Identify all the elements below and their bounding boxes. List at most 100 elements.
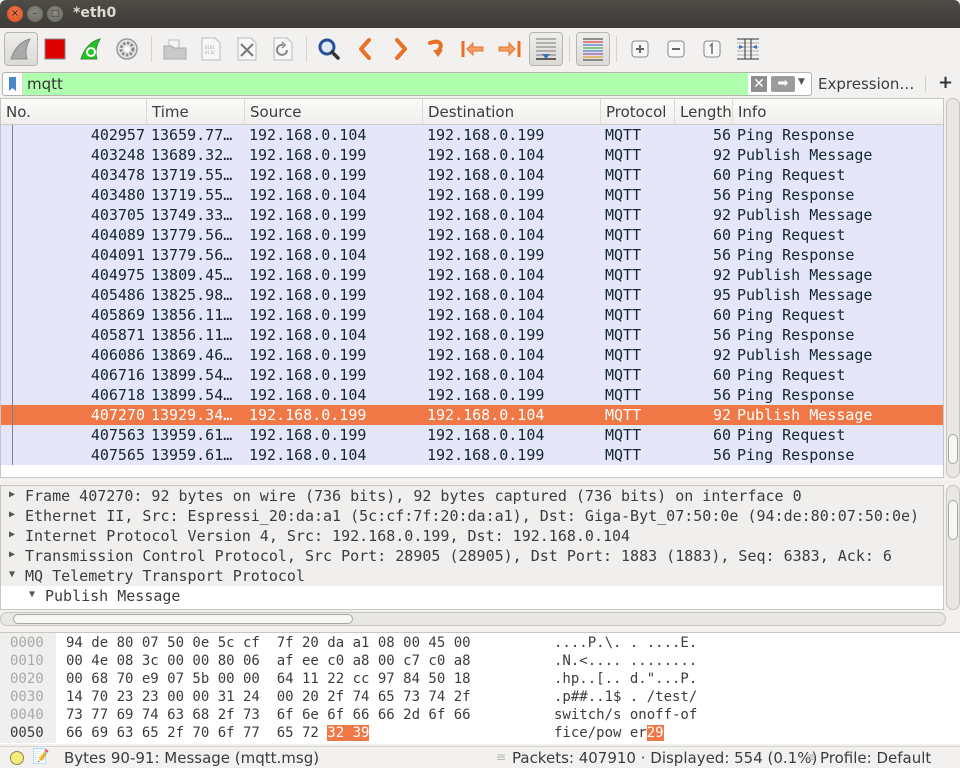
packet-bytes-pane[interactable]: 0000 94 de 80 07 50 0e 5c cf 7f 20 da a1 …	[0, 632, 960, 744]
hex-bytes[interactable]: 94 de 80 07 50 0e 5c cf 7f 20 da a1 08 0…	[66, 634, 471, 652]
details-tree-item[interactable]: ▶ Internet Protocol Version 4, Src: 192.1…	[1, 526, 943, 546]
filter-history-dropdown[interactable]: ▼	[798, 77, 805, 87]
expert-info-led-icon[interactable]	[10, 751, 24, 765]
packet-row[interactable]: 407563 13959.61… 192.168.0.199 192.168.0.10…	[1, 425, 943, 445]
autoscroll-button[interactable]	[529, 32, 563, 66]
collapsed-arrow-icon[interactable]: ▶	[9, 529, 15, 540]
packet-row[interactable]: 403705 13749.33… 192.168.0.199 192.168.0.10…	[1, 205, 943, 225]
column-header-time[interactable]: Time	[147, 99, 245, 125]
find-packet-button[interactable]	[312, 32, 346, 66]
cell-info: Ping Request	[737, 426, 846, 444]
collapsed-arrow-icon[interactable]: ▶	[9, 549, 15, 560]
scrollbar-thumb[interactable]	[13, 614, 353, 624]
scrollbar-thumb[interactable]	[948, 434, 958, 464]
column-header-destination[interactable]: Destination	[423, 99, 601, 125]
packet-row[interactable]: 405869 13856.11… 192.168.0.199 192.168.0.10…	[1, 305, 943, 325]
details-tree-item[interactable]: ▶ Transmission Control Protocol, Src Port…	[1, 546, 943, 566]
reload-file-button[interactable]	[266, 32, 300, 66]
details-tree-item[interactable]: ▶ Ethernet II, Src: Espressi_20:da:a1 (5c…	[1, 506, 943, 526]
cell-info: Publish Message	[737, 346, 873, 364]
packet-row[interactable]: 404975 13809.45… 192.168.0.199 192.168.0.10…	[1, 265, 943, 285]
window-close-button[interactable]: ×	[7, 6, 23, 22]
capture-comment-icon[interactable]: 📝	[32, 749, 49, 765]
cell-time: 13856.11…	[151, 326, 233, 344]
column-header-protocol[interactable]: Protocol	[601, 99, 675, 125]
column-header-source[interactable]: Source	[245, 99, 423, 125]
open-file-button[interactable]	[158, 32, 192, 66]
packet-row[interactable]: 406718 13899.54… 192.168.0.104 192.168.0.19…	[1, 385, 943, 405]
status-grip[interactable]: ≡	[806, 750, 816, 764]
cell-protocol: MQTT	[605, 406, 642, 424]
expanded-arrow-icon[interactable]: ▼	[9, 569, 15, 580]
cell-time: 13899.54…	[151, 366, 233, 384]
cell-destination: 192.168.0.104	[427, 266, 545, 284]
hex-bytes[interactable]: 00 4e 08 3c 00 00 80 06 af ee c0 a8 00 c…	[66, 652, 471, 670]
collapsed-arrow-icon[interactable]: ▶	[9, 489, 15, 500]
hex-bytes[interactable]: 14 70 23 23 00 00 31 24 00 20 2f 74 65 7…	[66, 688, 471, 706]
packet-row[interactable]: 407565 13959.61… 192.168.0.104 192.168.0.19…	[1, 445, 943, 465]
ascii-bytes[interactable]: .N.<.... ........	[554, 652, 697, 670]
packet-row[interactable]: 406086 13869.46… 192.168.0.199 192.168.0.10…	[1, 345, 943, 365]
close-file-button[interactable]	[230, 32, 264, 66]
packet-row[interactable]: 403480 13719.55… 192.168.0.104 192.168.0.19…	[1, 185, 943, 205]
packet-row[interactable]: 403478 13719.55… 192.168.0.199 192.168.0.10…	[1, 165, 943, 185]
packet-row[interactable]: 403248 13689.32… 192.168.0.199 192.168.0.10…	[1, 145, 943, 165]
expression-button[interactable]: Expression…	[818, 75, 914, 93]
details-vertical-scrollbar[interactable]	[946, 485, 960, 610]
details-tree-item[interactable]: ▶ Frame 407270: 92 bytes on wire (736 bit…	[1, 486, 943, 506]
filter-clear-button[interactable]: ✕	[751, 76, 767, 92]
window-maximize-button[interactable]: □	[47, 6, 63, 22]
hex-bytes[interactable]: 66 69 63 65 2f 70 6f 77 65 72 32 39	[66, 724, 370, 742]
normal-size-button[interactable]	[695, 32, 729, 66]
filter-bookmark-button[interactable]	[3, 73, 23, 95]
cell-time: 13869.46…	[151, 346, 233, 364]
window-minimize-button[interactable]: –	[27, 6, 43, 22]
hex-bytes[interactable]: 00 68 70 e9 07 5b 00 00 64 11 22 cc 97 8…	[66, 670, 471, 688]
collapsed-arrow-icon[interactable]: ▶	[9, 509, 15, 520]
packet-row[interactable]: 406716 13899.54… 192.168.0.199 192.168.0.10…	[1, 365, 943, 385]
status-grip[interactable]: ≡	[496, 750, 506, 764]
zoom-out-button[interactable]	[659, 32, 693, 66]
save-file-button[interactable]: 0101 0110	[194, 32, 228, 66]
status-profile[interactable]: Profile: Default	[820, 749, 931, 767]
expanded-arrow-icon[interactable]: ▼	[29, 589, 35, 600]
packet-row[interactable]: 404089 13779.56… 192.168.0.199 192.168.0.10…	[1, 225, 943, 245]
packet-list[interactable]: No. Time Source Destination Protocol Len…	[0, 98, 944, 478]
packet-list-scrollbar[interactable]	[946, 98, 960, 478]
filter-apply-button[interactable]: ➡	[771, 76, 795, 92]
go-first-button[interactable]	[456, 32, 490, 66]
stop-capture-button[interactable]	[38, 32, 72, 66]
go-back-button[interactable]	[348, 32, 382, 66]
packet-row[interactable]: 404091 13779.56… 192.168.0.104 192.168.0.19…	[1, 245, 943, 265]
column-header-info[interactable]: Info	[733, 99, 943, 125]
colorize-button[interactable]	[576, 32, 610, 66]
details-horizontal-scrollbar[interactable]	[0, 612, 946, 626]
start-capture-button[interactable]	[4, 32, 38, 66]
hex-bytes[interactable]: 73 77 69 74 63 68 2f 73 6f 6e 6f 66 66 2…	[66, 706, 471, 724]
cell-time: 13659.77…	[151, 126, 233, 144]
capture-options-button[interactable]	[110, 32, 144, 66]
ascii-bytes[interactable]: .p##..1$ . /test/	[554, 688, 697, 706]
ascii-bytes[interactable]: .hp..[.. d."...P.	[554, 670, 697, 688]
zoom-in-button[interactable]	[623, 32, 657, 66]
details-tree-item[interactable]: ▼ MQ Telemetry Transport Protocol	[1, 566, 943, 586]
packet-row-selected[interactable]: 407270 13929.34… 192.168.0.199 192.168.0.10…	[1, 405, 943, 425]
go-last-button[interactable]	[492, 32, 526, 66]
ascii-bytes[interactable]: fice/pow er29	[554, 724, 664, 742]
packet-row[interactable]: 405871 13856.11… 192.168.0.104 192.168.0.19…	[1, 325, 943, 345]
resize-columns-button[interactable]	[731, 32, 765, 66]
go-forward-button[interactable]	[384, 32, 418, 66]
packet-row[interactable]: 405486 13825.98… 192.168.0.199 192.168.0.10…	[1, 285, 943, 305]
display-filter-input[interactable]	[27, 74, 747, 94]
column-header-length[interactable]: Length	[675, 99, 733, 125]
packet-row[interactable]: 402957 13659.77… 192.168.0.104 192.168.0.19…	[1, 125, 943, 145]
column-header-no[interactable]: No.	[1, 99, 147, 125]
add-filter-button[interactable]: +	[938, 72, 953, 93]
ascii-bytes[interactable]: ....P.\. . ....E.	[554, 634, 697, 652]
packet-details-tree[interactable]: ▶ Frame 407270: 92 bytes on wire (736 bit…	[0, 485, 944, 610]
details-tree-item[interactable]: ▼ Publish Message	[1, 586, 943, 606]
ascii-bytes[interactable]: switch/s onoff-of	[554, 706, 697, 724]
scrollbar-thumb[interactable]	[948, 500, 958, 540]
restart-capture-button[interactable]	[74, 32, 108, 66]
go-to-packet-button[interactable]	[420, 32, 454, 66]
